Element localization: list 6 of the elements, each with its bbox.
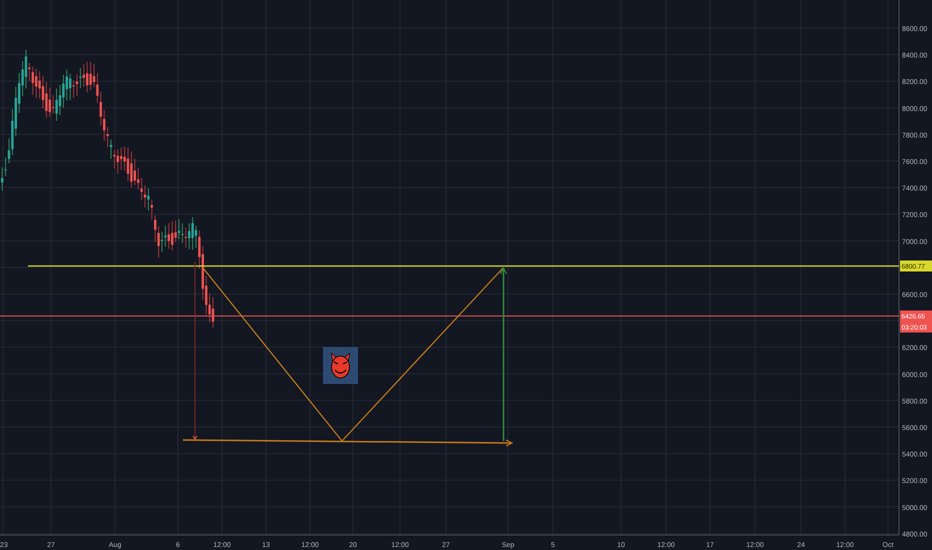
horizontal-arrow[interactable] <box>183 439 514 447</box>
vertical-marker-line[interactable] <box>192 262 198 440</box>
zigzag-line[interactable] <box>202 268 504 442</box>
vertical-arrow[interactable] <box>500 266 508 441</box>
devil-face-icon <box>323 347 358 384</box>
horizontal-line[interactable] <box>28 265 899 267</box>
